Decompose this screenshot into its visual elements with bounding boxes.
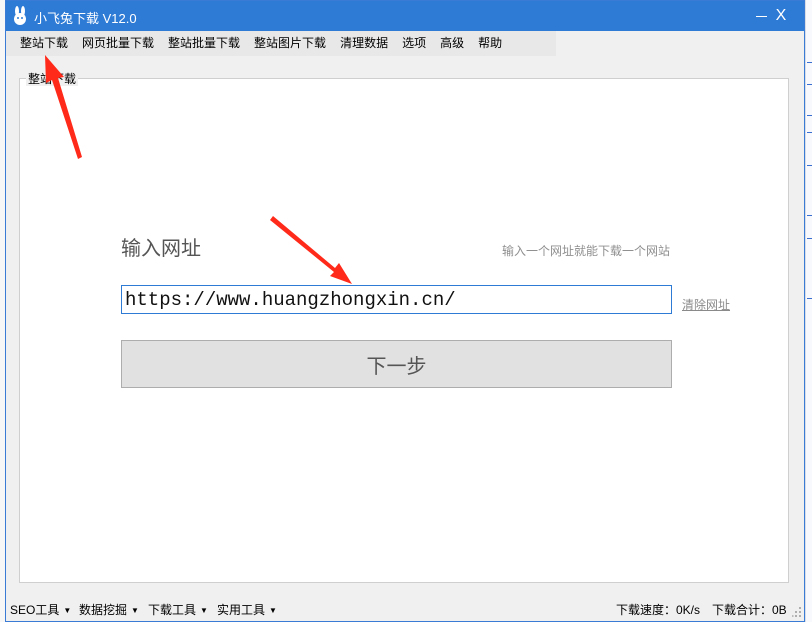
- close-button[interactable]: X: [761, 1, 801, 31]
- url-input[interactable]: [121, 285, 672, 314]
- caret-down-icon: ▼: [269, 606, 277, 616]
- clear-url-link[interactable]: 清除网址: [682, 296, 730, 313]
- download-total: 下载合计：0B: [712, 603, 787, 617]
- menu-clear-data[interactable]: 清理数据: [334, 31, 396, 56]
- window-title: 小飞兔下载 V12.0: [34, 11, 137, 26]
- menu-help[interactable]: 帮助: [472, 31, 510, 56]
- status-bar: SEO工具 ▼ 数据挖掘 ▼ 下载工具 ▼ 实用工具 ▼ 下载速度：0K/s 下载合计：…: [6, 597, 804, 621]
- group-title: 整站下载: [26, 72, 79, 86]
- utility-tools-menu[interactable]: 实用工具 ▼: [217, 601, 277, 618]
- menu-bar: 整站下载 网页批量下载 整站批量下载 整站图片下载 清理数据 选项 高级 帮助: [6, 31, 556, 56]
- menu-site-download[interactable]: 整站下载: [14, 31, 76, 56]
- menu-page-batch-download[interactable]: 网页批量下载: [76, 31, 162, 56]
- title-bar: 小飞兔下载 V12.0 X: [6, 1, 804, 31]
- site-download-group: [19, 78, 789, 583]
- caret-down-icon: ▼: [131, 606, 139, 616]
- data-mining-menu[interactable]: 数据挖掘 ▼: [79, 601, 139, 618]
- app-window: 小飞兔下载 V12.0 X 整站下载 网页批量下载 整站批量下载 整站图片下载 …: [5, 0, 805, 622]
- menu-site-batch-download[interactable]: 整站批量下载: [162, 31, 248, 56]
- download-speed: 下载速度：0K/s: [616, 603, 701, 617]
- download-tools-menu[interactable]: 下载工具 ▼: [148, 601, 208, 618]
- menu-options[interactable]: 选项: [396, 31, 434, 56]
- background-window-edge-right: [805, 0, 812, 622]
- input-url-heading: 输入网址: [121, 238, 201, 260]
- menu-site-image-download[interactable]: 整站图片下载: [248, 31, 334, 56]
- resize-grip-icon[interactable]: [792, 605, 802, 617]
- next-step-button[interactable]: 下一步: [121, 340, 672, 388]
- menu-advanced[interactable]: 高级: [434, 31, 472, 56]
- input-hint: 输入一个网址就能下载一个网站: [502, 244, 671, 258]
- rabbit-app-icon: [14, 6, 26, 25]
- caret-down-icon: ▼: [200, 606, 208, 616]
- caret-down-icon: ▼: [63, 606, 72, 616]
- seo-tools-menu[interactable]: SEO工具 ▼: [10, 601, 71, 618]
